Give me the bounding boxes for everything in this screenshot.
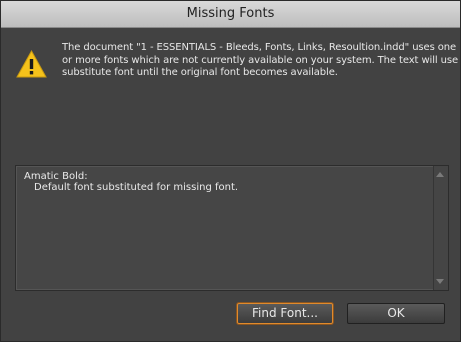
message-line: substitute font until the original font … [62, 67, 338, 78]
ok-button[interactable]: OK [347, 303, 445, 324]
missing-fonts-dialog: Missing Fonts The document "1 - ESSENTIA… [0, 0, 461, 342]
missing-font-detail: Default font substituted for missing fon… [34, 182, 239, 193]
missing-font-entry[interactable]: Amatic Bold: Default font substituted fo… [24, 171, 238, 193]
message-line: or more fonts which are not currently av… [62, 54, 461, 66]
scroll-down-icon[interactable] [436, 279, 444, 284]
list-scrollbar[interactable] [433, 166, 448, 290]
scroll-up-icon[interactable] [436, 172, 444, 177]
missing-fonts-list[interactable]: Amatic Bold: Default font substituted fo… [15, 165, 449, 291]
find-font-button[interactable]: Find Font... [237, 303, 333, 324]
warning-icon [16, 50, 47, 78]
dialog-title[interactable]: Missing Fonts [1, 1, 460, 28]
missing-font-name: Amatic Bold: [24, 171, 88, 182]
dialog-message: The document "1 - ESSENTIALS - Bleeds, F… [62, 42, 461, 80]
message-line: The document "1 - ESSENTIALS - Bleeds, F… [62, 42, 457, 53]
